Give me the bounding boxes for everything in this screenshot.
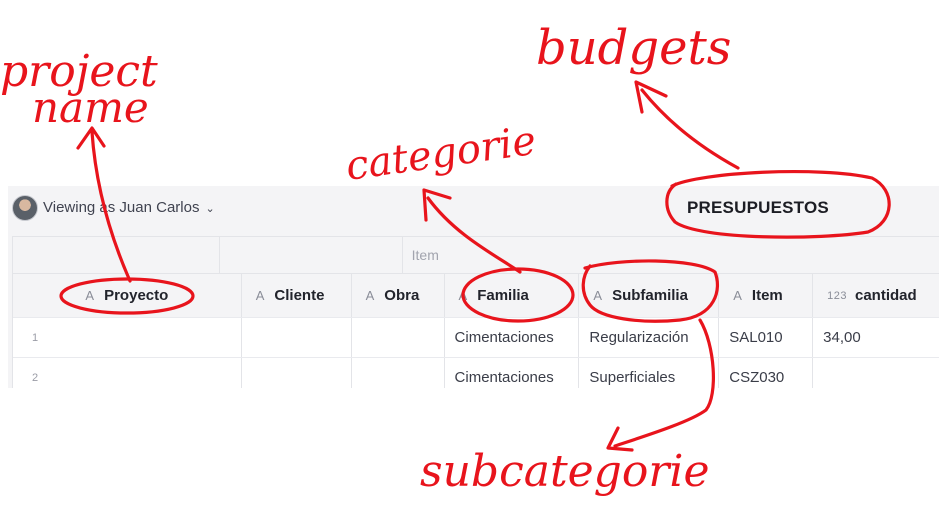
cell-proyecto[interactable]: 2	[13, 358, 242, 388]
column-header-proyecto[interactable]: A Proyecto	[13, 274, 242, 317]
annotation-subcategorie: subcategorie	[420, 446, 709, 497]
column-header-item[interactable]: A Item	[719, 274, 814, 317]
column-header-obra[interactable]: A Obra	[352, 274, 445, 317]
page: Viewing as Juan Carlos ⌄ PRESUPUESTOS Ite…	[0, 0, 939, 517]
cell-familia[interactable]: Cimentaciones	[445, 358, 580, 388]
row-number: 2	[32, 371, 39, 384]
column-header-label: Item	[751, 287, 783, 304]
chevron-down-icon: ⌄	[205, 203, 215, 215]
cell-cliente[interactable]	[242, 318, 352, 357]
column-header-label: Obra	[384, 287, 420, 304]
text-type-icon: A	[365, 288, 375, 303]
cell-obra[interactable]	[352, 358, 445, 388]
table-row: 2 Cimentaciones Superficiales CSZ030	[13, 357, 939, 388]
column-group-row: Item	[13, 237, 939, 273]
cell-proyecto[interactable]: 1	[13, 318, 242, 357]
table-row: 1 Cimentaciones Regularización SAL010 34…	[13, 317, 939, 357]
column-header-subfamilia[interactable]: A Subfamilia	[579, 274, 720, 317]
column-header-label: cantidad	[855, 287, 917, 304]
user-avatar[interactable]	[12, 195, 38, 221]
cell-cantidad[interactable]: 34,00	[813, 318, 939, 357]
group-cell-empty	[220, 237, 319, 273]
column-header-cantidad[interactable]: 123 cantidad	[813, 274, 939, 317]
cell-value: SAL010	[729, 329, 783, 346]
topbar: Viewing as Juan Carlos ⌄ PRESUPUESTOS	[8, 186, 939, 230]
column-group-item[interactable]: Item	[403, 237, 939, 273]
column-header-label: Subfamilia	[612, 287, 688, 304]
cell-familia[interactable]: Cimentaciones	[445, 318, 580, 357]
text-type-icon: A	[255, 288, 265, 303]
text-type-icon: A	[733, 288, 742, 303]
cell-value: Cimentaciones	[454, 329, 554, 346]
cell-subfamilia[interactable]: Regularización	[579, 318, 720, 357]
cell-item[interactable]: SAL010	[719, 318, 814, 357]
annotation-project-line1: project	[0, 46, 158, 97]
cell-value: 34,00	[823, 329, 861, 346]
arrow-budgets	[634, 80, 740, 170]
column-header-cliente[interactable]: A Cliente	[242, 274, 352, 317]
viewing-as-label: Viewing as Juan Carlos	[43, 199, 200, 216]
cell-value: Cimentaciones	[454, 369, 554, 386]
column-header-label: Familia	[477, 287, 529, 304]
number-type-icon: 123	[827, 289, 847, 302]
annotation-categorie: categorie	[343, 118, 539, 190]
column-group-label: Item	[411, 247, 439, 263]
annotation-project-line2: name	[32, 83, 149, 132]
cell-value: Regularización	[589, 329, 689, 346]
column-header-familia[interactable]: A Familia	[445, 274, 580, 317]
row-number: 1	[32, 331, 39, 344]
viewing-as-selector[interactable]: Viewing as Juan Carlos ⌄	[43, 199, 215, 216]
cell-cliente[interactable]	[242, 358, 352, 388]
cell-cantidad[interactable]	[813, 358, 939, 388]
column-header-row: A Proyecto A Cliente A Obra A Familia A	[13, 273, 939, 317]
column-header-label: Proyecto	[104, 287, 169, 304]
page-title: PRESUPUESTOS	[687, 198, 829, 217]
group-cell-empty	[319, 237, 403, 273]
text-type-icon: A	[85, 288, 95, 303]
cell-value: Superficiales	[589, 369, 676, 386]
text-type-icon: A	[458, 288, 468, 303]
text-type-icon: A	[593, 288, 603, 303]
group-cell-empty	[13, 237, 220, 273]
cell-value: CSZ030	[729, 369, 785, 386]
cell-subfamilia[interactable]: Superficiales	[579, 358, 720, 388]
cell-item[interactable]: CSZ030	[719, 358, 814, 388]
data-grid: Item A Proyecto A Cliente A Obra A Famil…	[12, 236, 939, 388]
column-header-label: Cliente	[274, 287, 325, 304]
app-region: Viewing as Juan Carlos ⌄ PRESUPUESTOS Ite…	[8, 186, 939, 388]
annotation-budgets: budgets	[536, 20, 731, 76]
cell-obra[interactable]	[352, 318, 445, 357]
